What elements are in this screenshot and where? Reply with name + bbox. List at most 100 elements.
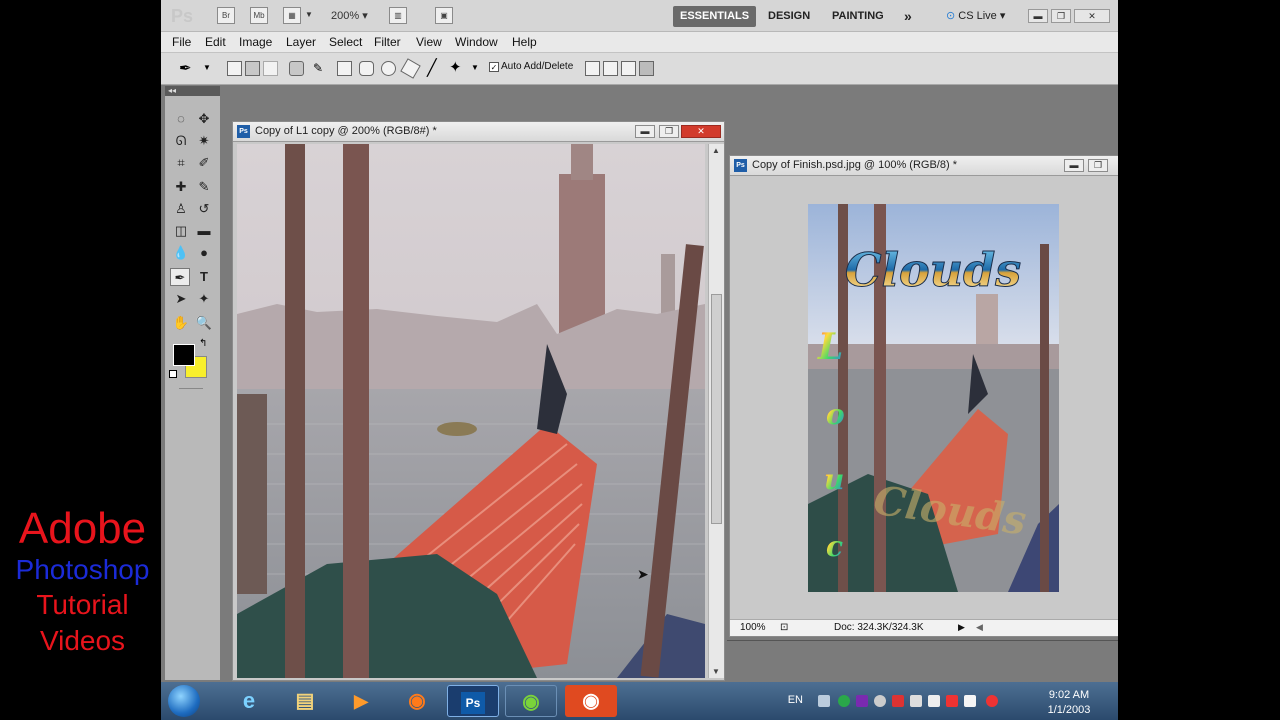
start-button-icon[interactable]: [168, 685, 200, 717]
exclude-icon[interactable]: [639, 61, 654, 76]
tray-sync-icon[interactable]: [874, 695, 886, 707]
quick-mask-icon[interactable]: [179, 388, 203, 389]
chevron-down-icon[interactable]: ▼: [471, 63, 479, 72]
ellipse-icon[interactable]: [381, 61, 396, 76]
clone-stamp-tool-icon[interactable]: ♙: [171, 200, 191, 218]
polygon-icon[interactable]: [400, 58, 421, 79]
path-selection-tool-icon[interactable]: ➤: [171, 290, 191, 308]
photoshop-taskbar-button[interactable]: Ps: [447, 685, 499, 717]
tray-network-icon[interactable]: [910, 695, 922, 707]
app-red-icon[interactable]: ◉: [565, 685, 617, 717]
pen-tool-preset-icon[interactable]: ✒: [179, 59, 192, 77]
magic-wand-tool-icon[interactable]: ✷: [194, 132, 214, 150]
scroll-down-icon[interactable]: ▼: [712, 667, 720, 676]
default-colors-icon[interactable]: [169, 370, 177, 378]
tray-shield-icon[interactable]: [892, 695, 904, 707]
workspace-design[interactable]: DESIGN: [761, 6, 817, 27]
freeform-pen-icon[interactable]: ✎: [313, 61, 328, 76]
hscroll-left-icon[interactable]: ◀: [976, 622, 983, 633]
file-explorer-icon[interactable]: ▤: [279, 685, 331, 717]
menu-file[interactable]: File: [172, 35, 191, 49]
close-icon[interactable]: ✕: [1074, 9, 1110, 23]
menu-layer[interactable]: Layer: [286, 35, 316, 49]
chevron-down-icon[interactable]: ▼: [203, 63, 211, 72]
pen-tool-icon[interactable]: ✒: [170, 268, 190, 286]
menu-select[interactable]: Select: [329, 35, 362, 49]
shape-layers-icon[interactable]: [227, 61, 242, 76]
vertical-scrollbar[interactable]: ▲ ▼: [708, 144, 724, 678]
workspace-essentials[interactable]: ESSENTIALS: [673, 6, 757, 27]
language-indicator[interactable]: EN: [788, 694, 803, 706]
blur-tool-icon[interactable]: 💧: [171, 244, 191, 262]
screen-mode-button[interactable]: ▣: [435, 7, 453, 24]
swap-colors-icon[interactable]: ↰: [199, 338, 207, 349]
rectangle-shape-icon[interactable]: [337, 61, 352, 76]
minibridge-button[interactable]: Mb: [250, 7, 268, 24]
chevron-down-icon[interactable]: ▼: [305, 10, 313, 19]
tray-alert-icon[interactable]: [986, 695, 998, 707]
hand-tool-icon[interactable]: ✋: [171, 314, 191, 332]
scrollbar-thumb[interactable]: [711, 294, 722, 524]
onenote-icon[interactable]: [856, 695, 868, 707]
history-brush-tool-icon[interactable]: ↺: [194, 200, 214, 218]
document-titlebar[interactable]: Ps Copy of Finish.psd.jpg @ 100% (RGB/8)…: [730, 156, 1118, 176]
crop-tool-icon[interactable]: ⌗: [171, 154, 191, 172]
subtract-icon[interactable]: [603, 61, 618, 76]
collapse-icon[interactable]: ◂◂: [165, 86, 220, 96]
scroll-up-icon[interactable]: ▲: [712, 146, 720, 155]
healing-brush-tool-icon[interactable]: ✚: [171, 178, 191, 196]
shape-tool-icon[interactable]: ✦: [194, 290, 214, 308]
zoom-level-field[interactable]: 100%: [740, 622, 766, 633]
custom-shape-icon[interactable]: ✦: [449, 58, 462, 76]
combine-icon[interactable]: [585, 61, 600, 76]
brush-tool-icon[interactable]: ✎: [194, 178, 214, 196]
minimize-icon[interactable]: ▬: [1028, 9, 1048, 23]
bridge-button[interactable]: Br: [217, 7, 235, 24]
menu-filter[interactable]: Filter: [374, 35, 401, 49]
marquee-tool-icon[interactable]: ◌: [171, 110, 191, 128]
tray-green-icon[interactable]: [838, 695, 850, 707]
more-workspaces-icon[interactable]: »: [897, 6, 919, 27]
finish-canvas[interactable]: Clouds L o u c Clouds: [808, 204, 1059, 592]
auto-add-delete-checkbox[interactable]: ✓ Auto Add/Delete: [489, 61, 573, 72]
fill-pixels-icon[interactable]: [263, 61, 278, 76]
app-green-icon[interactable]: ◉: [505, 685, 557, 717]
menu-help[interactable]: Help: [512, 35, 537, 49]
gradient-tool-icon[interactable]: ▬: [194, 222, 214, 240]
restore-icon[interactable]: ❐: [659, 125, 679, 138]
menu-image[interactable]: Image: [239, 35, 272, 49]
keyboard-icon[interactable]: [818, 695, 830, 707]
minimize-icon[interactable]: ▬: [1064, 159, 1084, 172]
cs-live-menu[interactable]: ⊙ CS Live ▾: [946, 9, 1005, 22]
zoom-tool-icon[interactable]: 🔍: [194, 314, 214, 332]
status-arrow-icon[interactable]: ▶: [958, 622, 965, 633]
move-tool-icon[interactable]: ✥: [194, 110, 214, 128]
eraser-tool-icon[interactable]: ◫: [171, 222, 191, 240]
volume-icon[interactable]: [964, 695, 976, 707]
firefox-icon[interactable]: ◉: [391, 685, 443, 717]
line-icon[interactable]: ╱: [427, 58, 437, 78]
document-canvas[interactable]: ➤: [237, 144, 705, 678]
close-icon[interactable]: ✕: [681, 125, 721, 138]
intersect-icon[interactable]: [621, 61, 636, 76]
tray-flag-icon[interactable]: [946, 695, 958, 707]
menu-view[interactable]: View: [416, 35, 442, 49]
status-menu-icon[interactable]: ⊡: [780, 622, 788, 633]
rounded-rectangle-icon[interactable]: [359, 61, 374, 76]
pen-icon[interactable]: [289, 61, 304, 76]
internet-explorer-icon[interactable]: e: [223, 685, 275, 717]
foreground-color-swatch[interactable]: [173, 344, 195, 366]
workspace-painting[interactable]: PAINTING: [825, 6, 891, 27]
paths-icon[interactable]: [245, 61, 260, 76]
media-player-icon[interactable]: ▶: [335, 685, 387, 717]
minimize-icon[interactable]: ▬: [635, 125, 655, 138]
lasso-tool-icon[interactable]: ᘏ: [171, 132, 191, 150]
eyedropper-tool-icon[interactable]: ✐: [194, 154, 214, 172]
menu-window[interactable]: Window: [455, 35, 498, 49]
view-extras-button[interactable]: ▦: [283, 7, 301, 24]
restore-icon[interactable]: ❐: [1051, 9, 1071, 23]
zoom-select[interactable]: 200% ▾: [331, 9, 368, 22]
arrange-documents-button[interactable]: ▥: [389, 7, 407, 24]
document-titlebar[interactable]: Ps Copy of L1 copy @ 200% (RGB/8#) * ▬ ❐…: [233, 122, 724, 142]
tray-device-icon[interactable]: [928, 695, 940, 707]
